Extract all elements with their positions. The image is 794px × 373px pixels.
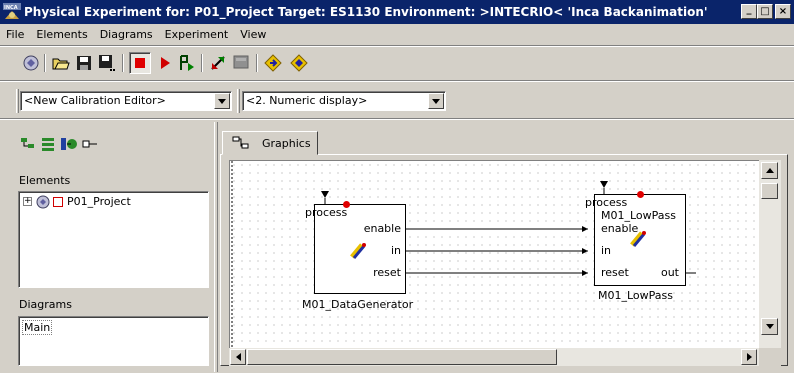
toolbar-grip[interactable] <box>237 89 240 113</box>
save-as-icon[interactable] <box>96 52 118 74</box>
diagrams-label: Diagrams <box>19 298 72 311</box>
menu-view[interactable]: View <box>234 26 272 44</box>
menu-divider <box>0 45 794 47</box>
block-data-generator[interactable]: process enable in reset <box>305 201 406 294</box>
close-button[interactable]: × <box>775 4 791 19</box>
play-icon[interactable] <box>154 52 176 74</box>
diagram-canvas[interactable]: process enable in reset M01_DataGenerato… <box>229 160 759 348</box>
arrow-reset-icon <box>582 270 588 276</box>
scroll-thumb[interactable] <box>761 183 778 199</box>
toolbar-separator <box>201 54 203 72</box>
tab-graphics-label: Graphics <box>262 137 311 150</box>
trigger-dot-icon <box>637 191 644 198</box>
toolbar-separator <box>122 54 124 72</box>
combo-divider <box>0 118 794 120</box>
scroll-down-button[interactable] <box>761 318 778 335</box>
toolbar <box>0 48 794 76</box>
graphics-icon <box>232 136 250 153</box>
menu-elements[interactable]: Elements <box>30 26 93 44</box>
chevron-down-icon[interactable] <box>214 93 230 109</box>
title-bar[interactable]: INCA Physical Experiment for: P01_Projec… <box>0 0 794 24</box>
close-icon: × <box>778 6 788 17</box>
project-icon <box>35 194 51 213</box>
connector-icon[interactable] <box>82 136 100 152</box>
toolbar-separator <box>44 54 46 72</box>
record-icon[interactable] <box>262 52 284 74</box>
checkbox-icon[interactable] <box>53 197 63 207</box>
open-folder-icon[interactable] <box>50 52 72 74</box>
module-icon <box>629 229 649 252</box>
stop-icon[interactable] <box>129 52 151 74</box>
chevron-down-icon[interactable] <box>428 93 444 109</box>
toolbar-grip[interactable] <box>16 89 19 113</box>
port-in[interactable]: in <box>391 244 401 257</box>
panel-splitter[interactable] <box>214 122 218 372</box>
module-icon <box>349 241 369 264</box>
port-out[interactable]: out <box>661 266 679 279</box>
switch-icon[interactable] <box>207 52 229 74</box>
block-inner-title: M01_LowPass <box>601 209 676 222</box>
svg-text:INCA: INCA <box>4 5 18 11</box>
port-reset[interactable]: reset <box>601 266 629 279</box>
arrow-enable-icon <box>582 226 588 232</box>
block-label-lowpass: M01_LowPass <box>598 289 673 302</box>
trigger-label: process <box>585 196 628 209</box>
display-select[interactable]: <2. Numeric display> <box>242 91 446 111</box>
arrow-in-icon <box>582 248 588 254</box>
inca-app-icon[interactable]: INCA <box>3 3 21 21</box>
list-view-icon[interactable] <box>40 136 58 152</box>
scroll-right-button[interactable] <box>741 349 757 365</box>
record-options-icon[interactable] <box>288 52 310 74</box>
experiment-icon[interactable] <box>20 52 42 74</box>
elements-tree[interactable]: + P01_Project <box>18 191 209 288</box>
maximize-button[interactable]: □ <box>757 4 773 19</box>
menu-bar: File Elements Diagrams Experiment View <box>0 26 272 44</box>
calibration-editor-value: <New Calibration Editor> <box>24 94 166 107</box>
menu-experiment[interactable]: Experiment <box>159 26 235 44</box>
tree-expander-icon[interactable]: + <box>23 197 32 206</box>
tree-item-p01-project[interactable]: P01_Project <box>67 195 131 208</box>
elements-config-icon[interactable] <box>60 136 78 152</box>
diagrams-list[interactable]: Main <box>18 316 209 366</box>
trigger-arrow-icon <box>600 181 608 188</box>
port-enable[interactable]: enable <box>364 222 401 235</box>
elements-label: Elements <box>19 174 71 187</box>
tree-expand-icon[interactable] <box>20 136 38 152</box>
maximize-icon: □ <box>760 6 770 17</box>
port-reset[interactable]: reset <box>373 266 401 279</box>
minimize-button[interactable]: _ <box>741 4 757 19</box>
scroll-thumb[interactable] <box>247 349 557 365</box>
scroll-left-button[interactable] <box>230 349 246 365</box>
calibration-editor-select[interactable]: <New Calibration Editor> <box>20 91 232 111</box>
monitor-icon[interactable] <box>230 52 252 74</box>
scroll-up-button[interactable] <box>761 162 778 179</box>
step-icon[interactable] <box>176 52 198 74</box>
menu-file[interactable]: File <box>0 26 30 44</box>
toolbar-separator <box>256 54 258 72</box>
save-icon[interactable] <box>73 52 95 74</box>
port-in[interactable]: in <box>601 244 611 257</box>
display-value: <2. Numeric display> <box>246 94 368 107</box>
horizontal-scrollbar[interactable] <box>229 348 759 366</box>
trigger-arrow-icon <box>321 191 329 198</box>
tab-graphics[interactable]: Graphics <box>222 131 318 155</box>
window-title: Physical Experiment for: P01_Project Tar… <box>24 5 708 19</box>
menu-diagrams[interactable]: Diagrams <box>94 26 159 44</box>
vertical-scrollbar[interactable] <box>759 160 781 348</box>
toolbar-divider <box>0 80 794 82</box>
minimize-icon: _ <box>746 4 752 15</box>
block-label-data-generator: M01_DataGenerator <box>302 298 414 311</box>
trigger-label: process <box>305 206 348 219</box>
diagram-item-main[interactable]: Main <box>22 320 53 335</box>
scroll-corner <box>759 348 781 366</box>
block-lowpass[interactable]: process M01_LowPass enable in reset out <box>585 191 686 286</box>
